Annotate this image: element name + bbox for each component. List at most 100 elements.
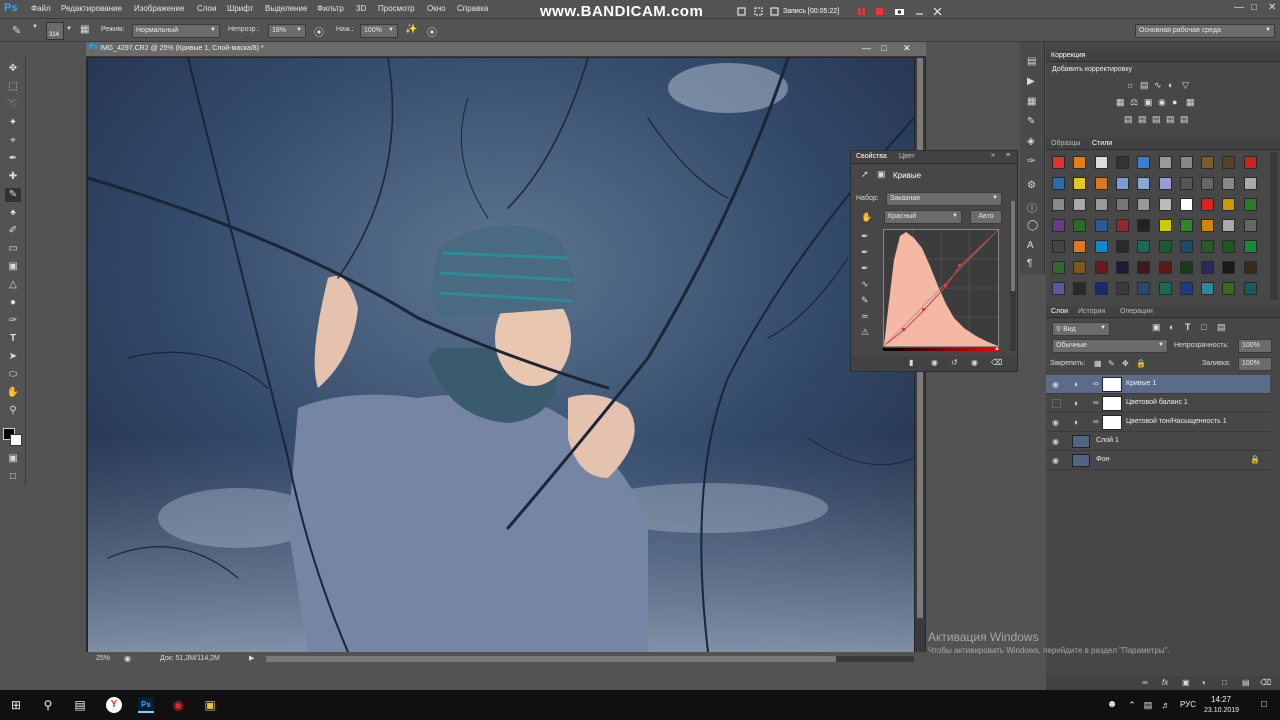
healing-brush-tool-icon[interactable]: ✚ xyxy=(5,170,21,184)
new-layer-icon[interactable]: ▤ xyxy=(1242,678,1250,687)
pressure-opacity-icon[interactable]: ⦿ xyxy=(314,24,324,39)
layer-filter-select[interactable]: ⚲ Вид ▼ xyxy=(1052,322,1110,336)
style-swatch[interactable] xyxy=(1179,156,1193,169)
style-swatch[interactable] xyxy=(1052,219,1065,232)
style-swatch[interactable] xyxy=(1052,156,1065,169)
hue-saturation-icon[interactable]: ▦ xyxy=(1116,97,1125,108)
window-icon[interactable] xyxy=(770,7,779,16)
style-swatch[interactable] xyxy=(1094,282,1108,295)
background-color-swatch[interactable] xyxy=(10,434,22,446)
style-swatch[interactable] xyxy=(1115,219,1129,232)
app-maximize-icon[interactable]: □ xyxy=(1251,2,1257,13)
paragraph-panel-icon[interactable]: ¶ xyxy=(1027,258,1032,269)
menu-help[interactable]: Справка xyxy=(457,4,488,13)
style-swatch[interactable] xyxy=(1179,282,1193,295)
style-swatch[interactable] xyxy=(1137,261,1151,274)
info-panel-icon[interactable]: ⓘ xyxy=(1027,200,1037,215)
quick-select-tool-icon[interactable]: ✦ xyxy=(5,116,21,130)
style-swatch[interactable] xyxy=(1137,282,1151,295)
file-explorer-icon[interactable]: ▣ xyxy=(202,697,218,713)
style-swatch[interactable] xyxy=(1179,177,1193,190)
tool-preset-arrow-icon[interactable]: ▼ xyxy=(32,24,38,30)
tab-history[interactable]: История xyxy=(1078,308,1105,315)
visibility-eye-icon[interactable]: ◉ xyxy=(1052,418,1059,427)
style-swatch[interactable] xyxy=(1243,177,1257,190)
pause-icon[interactable] xyxy=(857,7,866,16)
style-swatch[interactable] xyxy=(1243,156,1257,169)
style-swatch[interactable] xyxy=(1158,282,1172,295)
pressure-size-icon[interactable]: ⦿ xyxy=(427,24,437,39)
style-swatch[interactable] xyxy=(1201,156,1215,169)
tray-chevron-icon[interactable]: ⌃ xyxy=(1124,697,1140,713)
hand-tool-icon[interactable]: ✋ xyxy=(5,386,21,400)
app-minimize-icon[interactable]: — xyxy=(1234,2,1244,13)
new-adjustment-icon[interactable]: ◐ xyxy=(1202,678,1207,687)
screen-mode-icon[interactable]: □ xyxy=(5,470,21,484)
menu-select[interactable]: Выделение xyxy=(265,4,307,13)
black-white-icon[interactable]: ▣ xyxy=(1144,97,1153,108)
actions-panel-icon[interactable]: ▶ xyxy=(1027,76,1035,87)
style-swatch[interactable] xyxy=(1158,198,1172,211)
style-swatch[interactable] xyxy=(1137,198,1151,211)
type-tool-icon[interactable]: T xyxy=(5,332,21,346)
visibility-eye-icon[interactable]: ◉ xyxy=(971,358,978,367)
smooth-curve-icon[interactable]: ≃ xyxy=(861,311,869,322)
layer-thumbnail[interactable] xyxy=(1072,435,1090,448)
app-close-icon[interactable]: ✕ xyxy=(1268,2,1276,13)
layer-row-layer1[interactable]: ◉ Слой 1 xyxy=(1046,432,1270,451)
pressure-field[interactable]: 100% ▼ xyxy=(360,24,398,38)
brush-tool-icon[interactable]: ✎ xyxy=(12,24,21,37)
filter-smart-icon[interactable]: ▤ xyxy=(1217,322,1226,333)
link-icon[interactable]: ∞ xyxy=(1093,398,1099,407)
selective-color-icon[interactable]: ▤ xyxy=(1180,114,1189,125)
style-swatch[interactable] xyxy=(1201,219,1215,232)
style-swatch[interactable] xyxy=(1073,240,1087,253)
blend-mode-select[interactable]: Обычные ▼ xyxy=(1052,339,1168,353)
history-brush-tool-icon[interactable]: ✐ xyxy=(5,224,21,238)
menu-3d[interactable]: 3D xyxy=(356,4,366,13)
minimize-icon[interactable] xyxy=(737,7,746,16)
visibility-toggle-off[interactable] xyxy=(1052,399,1061,408)
zoom-level[interactable]: 25% xyxy=(96,655,110,662)
style-swatch[interactable] xyxy=(1137,219,1151,232)
vibrance-icon[interactable]: ▽ xyxy=(1182,80,1189,91)
style-swatch[interactable] xyxy=(1073,198,1087,211)
brush-panel-icon[interactable]: ▦ xyxy=(80,24,89,35)
notifications-icon[interactable]: □ xyxy=(1256,697,1272,713)
network-icon[interactable]: ▤ xyxy=(1140,697,1156,713)
filter-shape-icon[interactable]: □ xyxy=(1201,322,1206,332)
style-swatch[interactable] xyxy=(1222,177,1236,190)
tab-adjustments[interactable]: Коррекция xyxy=(1051,52,1085,59)
threshold-icon[interactable]: ▤ xyxy=(1152,114,1161,125)
style-swatch[interactable] xyxy=(1201,240,1215,253)
photoshop-taskbar-icon[interactable]: Ps xyxy=(138,697,154,713)
horizontal-scrollbar[interactable] xyxy=(266,656,914,662)
style-swatch[interactable] xyxy=(1073,219,1087,232)
levels-icon[interactable]: ▤ xyxy=(1140,80,1149,91)
lasso-tool-icon[interactable]: ➰ xyxy=(5,98,21,112)
tab-color[interactable]: Цвет xyxy=(899,153,915,160)
camera-icon[interactable] xyxy=(895,7,904,16)
delete-layer-icon[interactable]: ⌫ xyxy=(1260,678,1271,687)
style-swatch[interactable] xyxy=(1158,177,1172,190)
style-swatch[interactable] xyxy=(1073,261,1087,274)
tab-layers[interactable]: Слои xyxy=(1051,308,1068,315)
path-select-tool-icon[interactable]: ➤ xyxy=(5,350,21,364)
color-balance-icon[interactable]: ⚖ xyxy=(1130,97,1138,108)
style-swatch[interactable] xyxy=(1052,177,1065,190)
auto-button[interactable]: Авто xyxy=(970,210,1002,224)
lock-all-icon[interactable]: 🔒 xyxy=(1136,359,1146,368)
style-swatch[interactable] xyxy=(1094,261,1108,274)
channels-panel-icon[interactable]: ◈ xyxy=(1027,136,1035,147)
language-indicator[interactable]: РУС xyxy=(1180,700,1196,709)
collapse-icon[interactable]: » xyxy=(991,152,995,159)
style-swatch[interactable] xyxy=(1222,219,1236,232)
shape-tool-icon[interactable]: ⬭ xyxy=(5,368,21,382)
style-swatch[interactable] xyxy=(1115,198,1129,211)
style-swatch[interactable] xyxy=(1158,219,1172,232)
style-swatch[interactable] xyxy=(1243,282,1257,295)
style-swatch[interactable] xyxy=(1179,240,1193,253)
tab-actions[interactable]: Операции xyxy=(1120,308,1153,315)
clone-source-icon[interactable]: ◯ xyxy=(1027,220,1038,231)
trash-icon[interactable]: ⌫ xyxy=(991,358,1002,367)
